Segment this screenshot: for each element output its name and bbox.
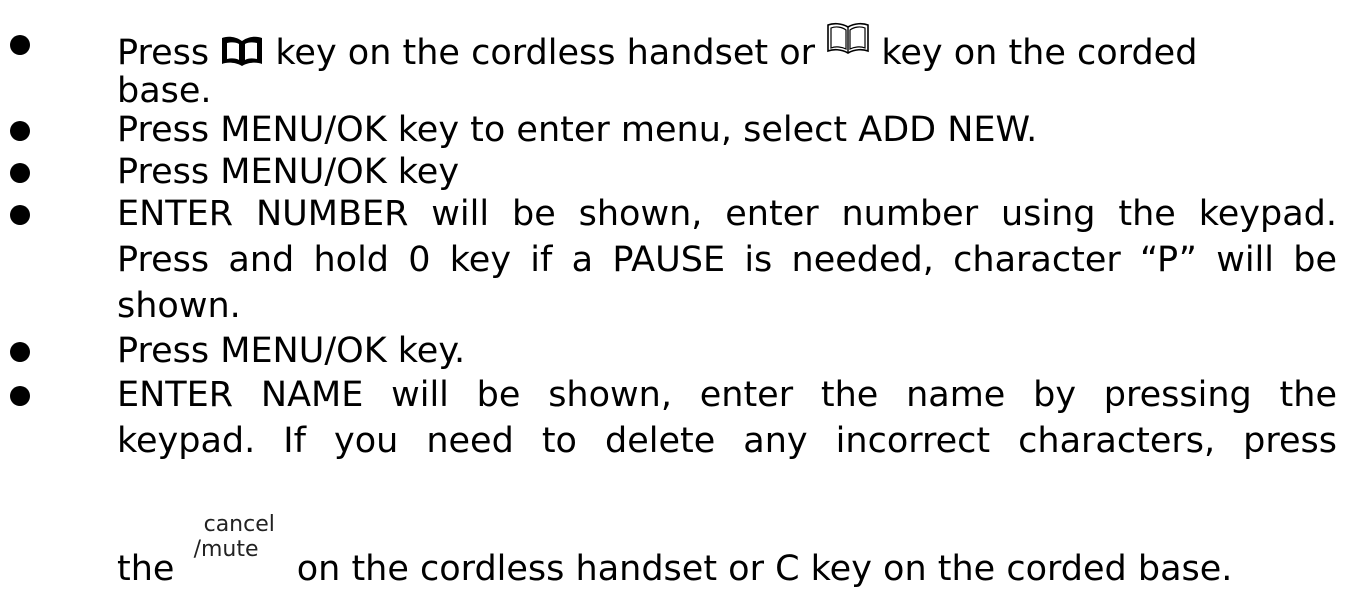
step-1-text-c: key on the corded — [881, 33, 1198, 73]
step-4-line-2: Press and hold 0 key if a PAUSE is neede… — [117, 240, 1337, 280]
bullet — [10, 386, 30, 406]
step-3-text: Press MENU/OK key — [117, 152, 460, 192]
cancel-mute-key-icon: cancel /mute — [186, 513, 286, 592]
cancel-key-label: cancel — [203, 512, 275, 537]
phonebook-outline-icon — [826, 22, 870, 54]
bullet — [10, 121, 30, 141]
step-2-text: Press MENU/OK key to enter menu, select … — [117, 110, 1038, 150]
phonebook-filled-icon — [220, 35, 264, 67]
bullet — [10, 35, 30, 55]
step-6-line-1: ENTER NAME will be shown, enter the name… — [117, 375, 1337, 415]
bullet — [10, 163, 30, 183]
step-6-text-b: on the cordless handset or C key on the … — [296, 549, 1233, 589]
bullet — [10, 205, 30, 225]
step-6-line-3: the cancel /mute on the cordless handset… — [117, 513, 1337, 592]
step-1-text-a: Press — [117, 33, 210, 73]
step-4-line-1: ENTER NUMBER will be shown, enter number… — [117, 194, 1337, 234]
step-6-line-2: keypad. If you need to delete any incorr… — [117, 421, 1337, 461]
step-4-line-3: shown. — [117, 286, 241, 326]
mute-key-label: /mute — [193, 537, 259, 562]
bullet — [10, 342, 30, 362]
step-5-text: Press MENU/OK key. — [117, 331, 466, 371]
step-6-text-a: the — [117, 549, 175, 589]
step-1-text-b: key on the cordless handset or — [275, 33, 816, 73]
